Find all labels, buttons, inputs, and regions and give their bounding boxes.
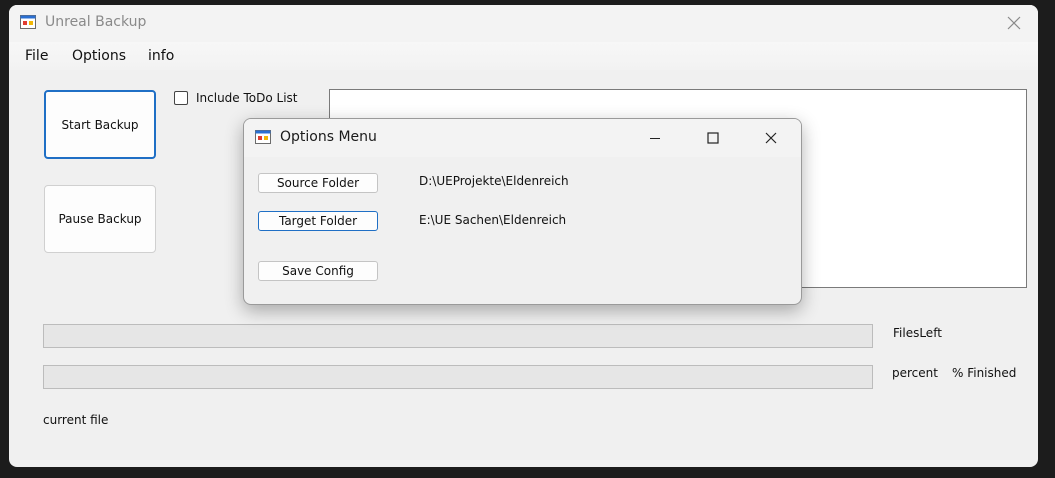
maximize-icon — [707, 132, 719, 144]
include-todo-label: Include ToDo List — [196, 91, 298, 105]
files-left-label: FilesLeft — [893, 326, 942, 340]
minimize-button[interactable] — [632, 123, 678, 153]
include-todo-option: Include ToDo List — [174, 91, 298, 105]
target-path-text: E:\UE Sachen\Eldenreich — [419, 213, 567, 227]
app-window-icon — [255, 129, 271, 145]
target-folder-button[interactable]: Target Folder — [258, 211, 378, 231]
close-icon — [765, 132, 777, 144]
options-dialog: Options Menu Source Folder D:\UEProjekte… — [243, 118, 802, 305]
app-window-icon — [20, 14, 36, 30]
dialog-close-button[interactable] — [748, 123, 794, 153]
dialog-title: Options Menu — [280, 129, 377, 145]
source-path-text: D:\UEProjekte\Eldenreich — [419, 174, 569, 188]
menu-bar: File Options info — [9, 42, 1038, 70]
current-file-label: current file — [43, 413, 109, 427]
maximize-button[interactable] — [690, 123, 736, 153]
percent-progress-bar — [43, 365, 873, 389]
main-titlebar[interactable]: Unreal Backup — [9, 5, 1038, 42]
source-folder-button[interactable]: Source Folder — [258, 173, 378, 193]
close-icon — [1007, 16, 1021, 30]
finished-label: % Finished — [952, 366, 1017, 380]
start-backup-button[interactable]: Start Backup — [44, 90, 156, 159]
percent-label: percent — [892, 366, 938, 380]
menu-file[interactable]: File — [25, 48, 48, 64]
dialog-titlebar[interactable]: Options Menu — [244, 119, 801, 157]
save-config-button[interactable]: Save Config — [258, 261, 378, 281]
close-button[interactable] — [1002, 11, 1026, 35]
window-title: Unreal Backup — [45, 14, 147, 30]
files-progress-bar — [43, 324, 873, 348]
menu-options[interactable]: Options — [72, 48, 126, 64]
pause-backup-button[interactable]: Pause Backup — [44, 185, 156, 253]
menu-info[interactable]: info — [148, 48, 174, 64]
include-todo-checkbox[interactable] — [174, 91, 188, 105]
minimize-icon — [650, 138, 660, 139]
